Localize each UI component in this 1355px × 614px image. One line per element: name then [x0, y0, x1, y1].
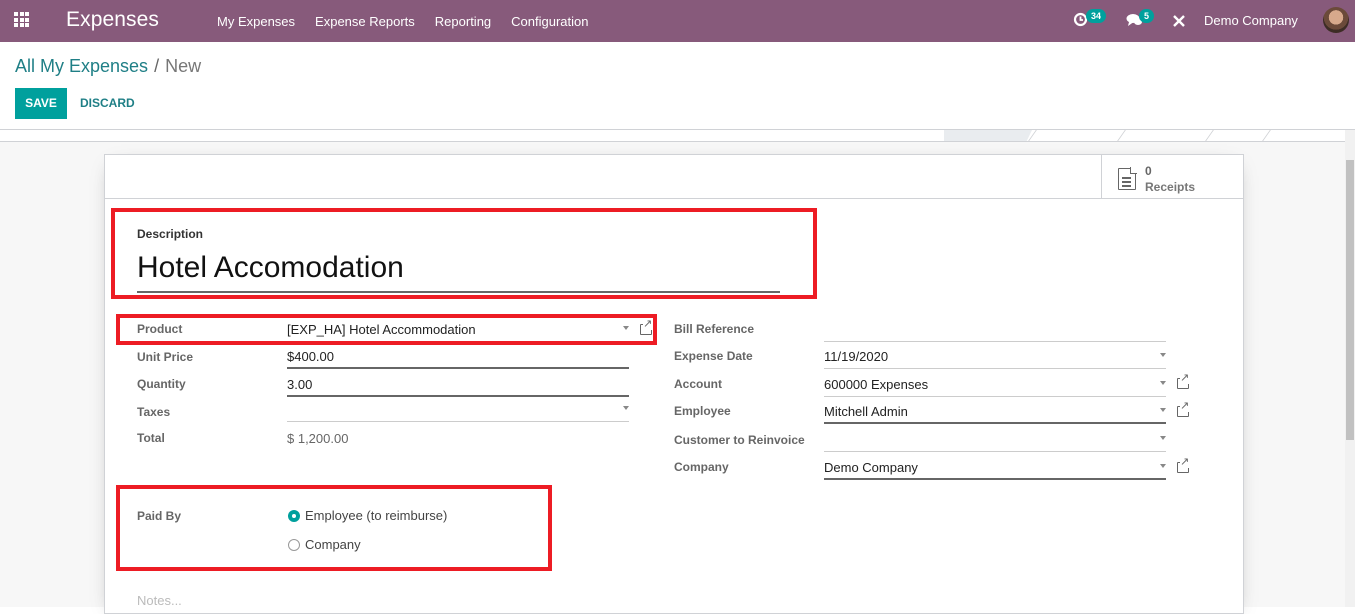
customer-reinvoice-label: Customer to Reinvoice	[674, 433, 805, 447]
activity-count-badge: 34	[1086, 9, 1107, 23]
quantity-value: 3.00	[287, 377, 313, 392]
status-stage-divider	[1117, 130, 1126, 141]
bill-reference-input[interactable]	[824, 318, 1166, 342]
receipts-count: 0	[1145, 164, 1152, 178]
app-title[interactable]: Expenses	[66, 8, 159, 32]
debug-tools-icon[interactable]	[1172, 14, 1186, 28]
discard-button[interactable]: DISCARD	[80, 88, 135, 119]
quantity-label: Quantity	[137, 377, 186, 391]
dropdown-caret-icon[interactable]	[1160, 353, 1166, 357]
menu-configuration[interactable]: Configuration	[501, 14, 598, 29]
dropdown-caret-icon[interactable]	[1160, 408, 1166, 412]
scrollbar-thumb[interactable]	[1346, 160, 1354, 440]
status-stage-divider	[1262, 130, 1271, 141]
account-label: Account	[674, 377, 722, 391]
breadcrumb-separator: /	[154, 56, 160, 76]
radio-company[interactable]	[288, 539, 300, 551]
receipts-button[interactable]: 0 Receipts	[1101, 155, 1243, 198]
unit-price-label: Unit Price	[137, 350, 194, 364]
total-label: Total	[137, 431, 165, 445]
breadcrumb-current: New	[165, 56, 202, 76]
unit-price-value: $400.00	[287, 349, 334, 364]
dropdown-caret-icon[interactable]	[623, 326, 629, 330]
company-field[interactable]: Demo Company	[824, 456, 1166, 480]
breadcrumb-parent[interactable]: All My Expenses	[15, 56, 148, 76]
expense-date-value: 11/19/2020	[824, 349, 889, 364]
radio-employee[interactable]	[288, 510, 300, 522]
total-field: $ 1,200.00	[287, 427, 629, 451]
smart-button-box: 0 Receipts	[105, 155, 1243, 199]
unit-price-input[interactable]: $400.00	[287, 345, 629, 369]
account-value: 600000 Expenses	[824, 377, 929, 392]
account-field[interactable]: 600000 Expenses	[824, 373, 1166, 397]
dropdown-caret-icon[interactable]	[1160, 436, 1166, 440]
employee-value: Mitchell Admin	[824, 404, 908, 419]
paid-by-label: Paid By	[137, 509, 182, 523]
description-label: Description	[137, 227, 204, 241]
dropdown-caret-icon[interactable]	[1160, 464, 1166, 468]
top-navbar: Expenses My Expenses Expense Reports Rep…	[0, 0, 1355, 42]
save-button[interactable]: SAVE	[15, 88, 67, 119]
scrollbar[interactable]	[1345, 130, 1355, 607]
external-link-icon[interactable]	[640, 319, 653, 335]
company-label: Company	[674, 460, 729, 474]
external-link-icon[interactable]	[1177, 401, 1190, 417]
radio-company-label[interactable]: Company	[305, 537, 361, 552]
taxes-field[interactable]	[287, 398, 629, 422]
notes-input[interactable]: Notes...	[137, 593, 182, 608]
status-stage-divider	[1205, 130, 1214, 141]
product-value: [EXP_HA] Hotel Accommodation	[287, 322, 476, 337]
company-value: Demo Company	[824, 460, 918, 475]
total-value: $ 1,200.00	[287, 431, 349, 446]
product-field[interactable]: [EXP_HA] Hotel Accommodation	[287, 318, 629, 342]
highlight-box-paid-by	[116, 485, 552, 571]
external-link-icon[interactable]	[1177, 373, 1190, 389]
description-input[interactable]	[137, 245, 780, 293]
breadcrumb: All My Expenses / New	[15, 56, 201, 77]
employee-label: Employee	[674, 404, 731, 418]
main-menu: My Expenses Expense Reports Reporting Co…	[207, 0, 598, 42]
menu-reporting[interactable]: Reporting	[425, 14, 501, 29]
statusbar	[0, 130, 1345, 142]
company-switcher[interactable]: Demo Company	[1204, 13, 1298, 28]
taxes-label: Taxes	[137, 405, 171, 419]
message-count-badge: 5	[1139, 9, 1155, 23]
expense-date-input[interactable]: 11/19/2020	[824, 345, 1166, 369]
apps-grid-icon[interactable]	[14, 12, 32, 27]
employee-field[interactable]: Mitchell Admin	[824, 400, 1166, 424]
expense-date-label: Expense Date	[674, 349, 753, 363]
external-link-icon[interactable]	[1177, 457, 1190, 473]
product-label: Product	[137, 322, 183, 336]
dropdown-caret-icon[interactable]	[623, 406, 629, 410]
menu-expense-reports[interactable]: Expense Reports	[305, 14, 425, 29]
document-icon	[1118, 167, 1137, 190]
user-avatar[interactable]	[1323, 7, 1349, 33]
dropdown-caret-icon[interactable]	[1160, 381, 1166, 385]
quantity-input[interactable]: 3.00	[287, 373, 629, 397]
control-panel: All My Expenses / New SAVE DISCARD	[0, 42, 1355, 130]
status-stage-active[interactable]	[944, 130, 1032, 141]
form-sheet: 0 Receipts Description Product [EXP_HA] …	[104, 154, 1244, 614]
radio-employee-label[interactable]: Employee (to reimburse)	[305, 508, 447, 523]
customer-reinvoice-field[interactable]	[824, 428, 1166, 452]
bill-reference-label: Bill Reference	[674, 322, 755, 336]
menu-my-expenses[interactable]: My Expenses	[207, 14, 305, 29]
receipts-label: Receipts	[1145, 180, 1196, 194]
